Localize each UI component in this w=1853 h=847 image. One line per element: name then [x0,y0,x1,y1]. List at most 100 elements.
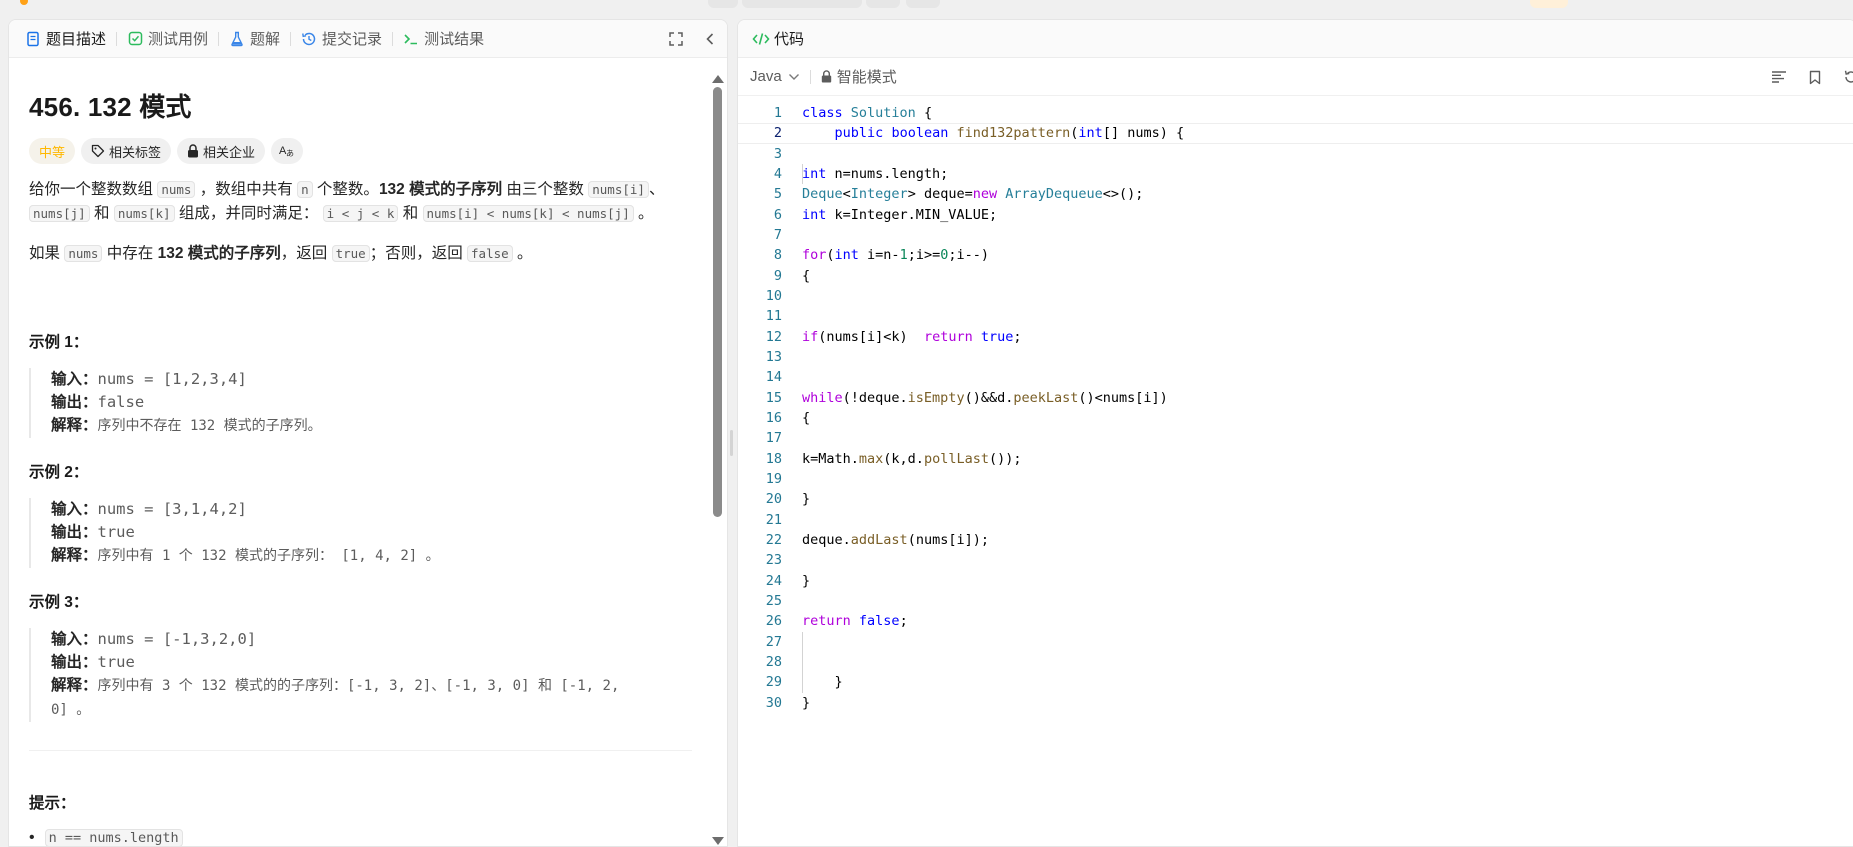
example-title: 示例 2： [29,464,89,481]
code-line[interactable]: 21 [738,510,1853,530]
top-control[interactable] [906,0,940,8]
code-line[interactable]: 16 { [738,408,1853,428]
top-control[interactable] [708,0,738,8]
code-line[interactable]: 6 int k=Integer.MIN_VALUE; [738,205,1853,225]
tab-results[interactable]: 测试结果 [403,20,484,58]
example-explain-label: 解释： [51,417,98,434]
translate-button[interactable]: Aあ [271,138,304,164]
fullscreen-icon[interactable] [667,30,685,48]
code-line[interactable]: 17 [738,428,1853,448]
code-line[interactable]: 28 [738,652,1853,672]
code-tab[interactable]: 代码 [738,20,1853,58]
line-number: 18 [765,450,782,467]
line-content: class Solution { [802,105,933,121]
translate-icon: Aあ [279,143,295,160]
scroll-down-arrow-icon[interactable] [712,837,724,845]
line-number: 26 [765,613,782,630]
inline-code: false [467,245,513,262]
line-number: 14 [765,369,782,386]
problem-statement: 给你一个整数数组 nums ，数组中共有 n 个整数。132 模式的子序列 由三… [29,178,692,226]
code-line[interactable]: 8 for(int i=n-1;i>=0;i--) [738,245,1853,265]
top-control[interactable] [1530,0,1568,8]
smart-mode-toggle[interactable]: 智能模式 [821,66,897,87]
tab-submissions[interactable]: 提交记录 [301,20,382,58]
code-line[interactable]: 19 [738,469,1853,489]
statement-text: 组成，并同时满足： [178,205,319,222]
tab-label: 题解 [250,31,281,48]
line-number: 13 [765,348,782,365]
line-number: 17 [765,430,782,447]
code-line[interactable]: 14 [738,367,1853,387]
code-line[interactable]: 5 Deque<Integer> deque=new ArrayDequeue<>… [738,184,1853,204]
code-line[interactable]: 13 [738,347,1853,367]
line-content: deque.addLast(nums[i]); [802,531,989,548]
code-line[interactable]: 3 [738,144,1853,184]
code-line[interactable]: 29 } [738,672,1853,692]
hints-title: 提示： [29,795,76,812]
line-number: 21 [765,511,782,528]
example-explanation: 序列中不存在 132 模式的子序列。 [97,418,322,434]
code-line[interactable]: 20} [738,489,1853,509]
code-line[interactable]: 24} [738,571,1853,591]
line-content: int n=nums.length; [802,165,949,182]
format-code-icon[interactable] [1770,68,1788,86]
code-line[interactable]: 15 while(!deque.isEmpty()&&d.peekLast()<n… [738,388,1853,408]
code-line[interactable]: 18 k=Math.max(k,d.pollLast()); [738,449,1853,469]
panel-resize-handle[interactable] [730,430,733,456]
scroll-up-arrow-icon[interactable] [712,75,724,83]
code-line[interactable]: 30} [738,693,1853,713]
code-line[interactable]: 2 public boolean find132pattern(int[] nu… [738,123,1853,143]
code-editor[interactable]: 1 class Solution { 2 public boolean find1… [738,103,1853,846]
code-line[interactable]: 7 [738,225,1853,245]
line-content: if(nums[i]<k) return true; [802,328,1022,345]
reset-code-icon[interactable] [1842,68,1853,86]
description-icon [25,31,41,47]
example-explain-label: 解释： [51,677,98,694]
collapse-panel-icon[interactable] [701,30,719,48]
top-control[interactable] [866,0,900,8]
hints-list: n == nums.length [29,829,692,846]
code-line[interactable]: 25 [738,591,1853,611]
description-scrollbar[interactable] [711,75,724,845]
code-line[interactable]: 26 return false; [738,611,1853,631]
bookmark-icon[interactable] [1806,68,1824,86]
line-number: 8 [773,247,782,264]
tab-divider [392,31,394,46]
tab-description[interactable]: 题目描述 [25,20,106,58]
line-number: 25 [765,592,782,609]
line-number: 16 [765,409,782,426]
statement-emphasis: 132 模式的子序列 [157,245,281,262]
code-line[interactable]: 22 deque.addLast(nums[i]); [738,530,1853,550]
tab-testcases[interactable]: 测试用例 [127,20,208,58]
line-number: 5 [773,186,782,203]
code-line[interactable]: 12 if(nums[i]<k) return true; [738,327,1853,347]
topics-tag-button[interactable]: 相关标签 [81,138,172,164]
line-number: 19 [765,470,782,487]
tab-solutions[interactable]: 题解 [229,20,280,58]
code-line[interactable]: 4 int n=nums.length; [738,164,1853,184]
example-input-label: 输入： [51,631,98,648]
language-label: Java [750,68,782,85]
scrollbar-thumb[interactable] [713,87,722,517]
code-line[interactable]: 23 [738,550,1853,570]
code-line[interactable]: 11 [738,306,1853,326]
example-input-label: 输入： [51,371,98,388]
code-line[interactable]: 1 class Solution { [738,103,1853,123]
code-line[interactable]: 27 [738,631,1853,693]
example-title: 示例 3： [29,594,89,611]
section-divider [29,750,692,751]
example-input: nums = [-1,3,2,0] [97,630,257,648]
companies-tag-button[interactable]: 相关企业 [177,138,266,164]
line-number: 27 [765,633,782,650]
example-explain-label: 解释： [51,547,98,564]
top-control[interactable] [742,0,862,8]
line-number: 3 [773,145,782,162]
language-select[interactable]: Java [750,68,800,85]
terminal-icon [403,31,419,47]
code-line[interactable]: 10 [738,286,1853,306]
line-content: } [834,674,843,691]
statement-text: 。 [516,245,533,262]
code-line[interactable]: 9{ [738,266,1853,286]
statement-text: ，数组中共有 [199,181,293,198]
example-output-label: 输出： [51,654,98,671]
